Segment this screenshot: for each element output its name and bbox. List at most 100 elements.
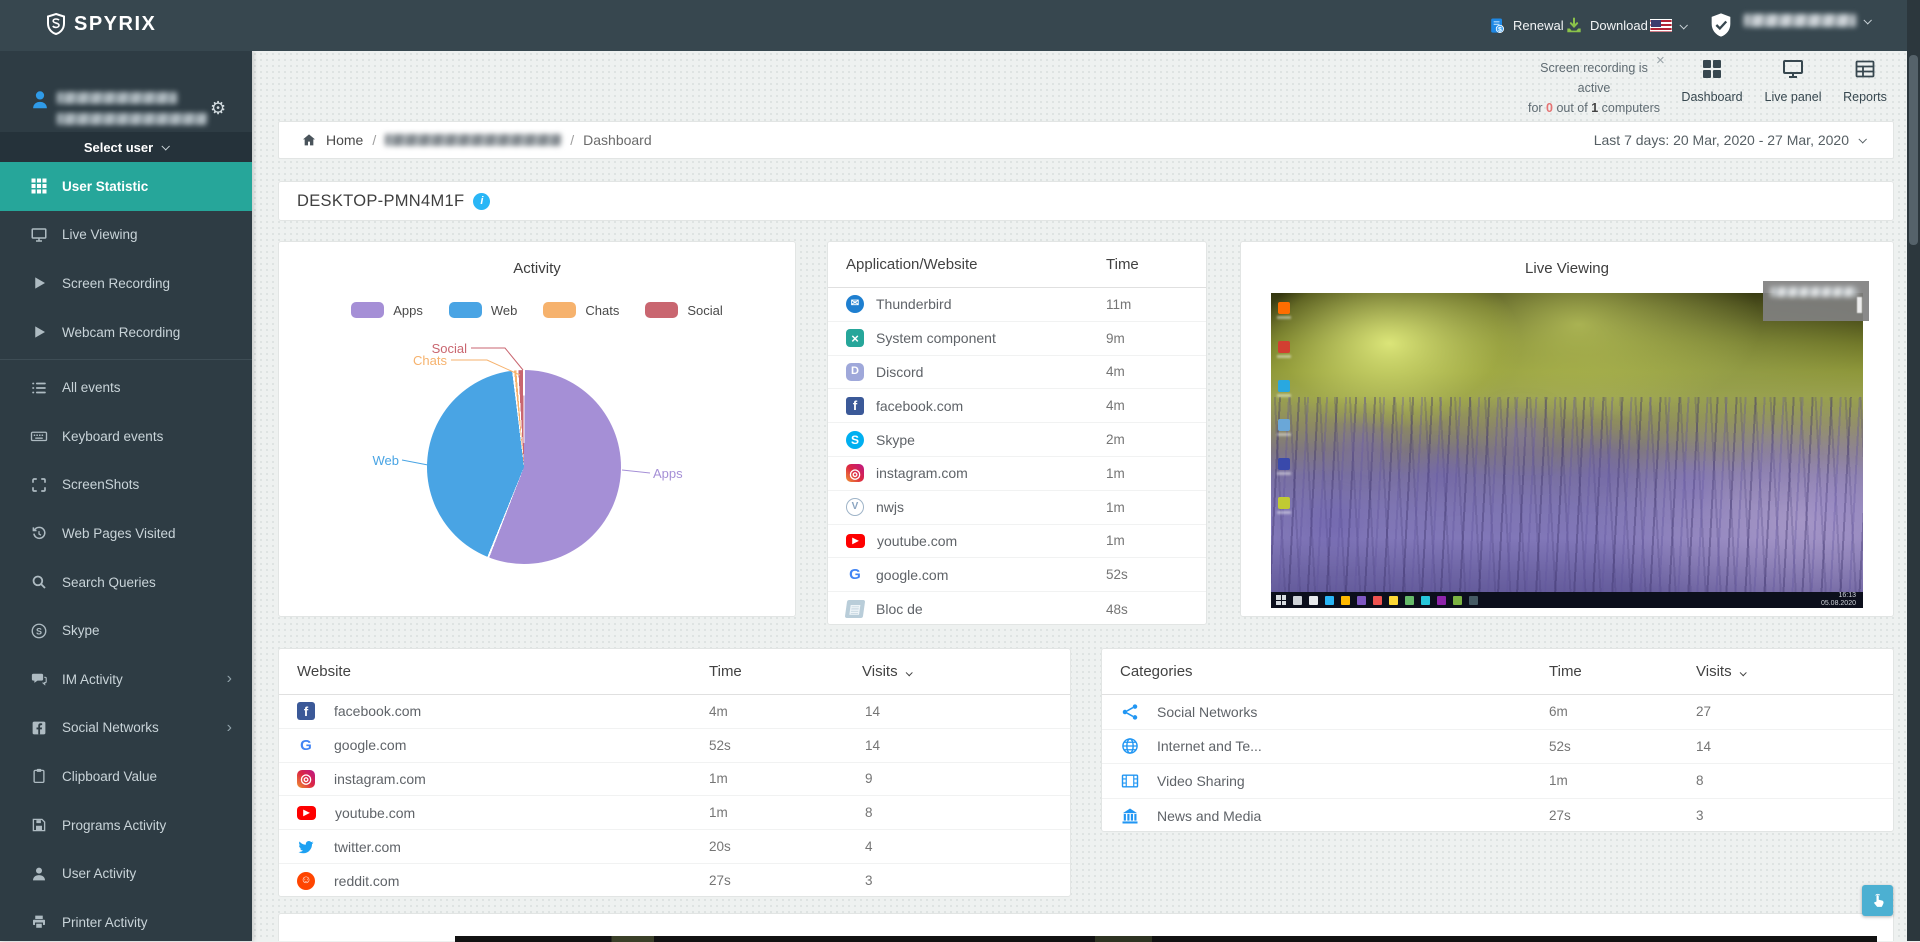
- table-row-youtube-com[interactable]: ▶youtube.com1m: [828, 525, 1206, 559]
- keyboard-icon: [30, 427, 48, 445]
- table-row-twitter-com[interactable]: twitter.com20s4: [279, 830, 1070, 864]
- info-icon[interactable]: i: [473, 193, 490, 210]
- table-row-internet-and-te[interactable]: Internet and Te...52s14: [1102, 730, 1893, 765]
- cell-name: Discord: [876, 364, 923, 380]
- chat-icon: [30, 670, 48, 688]
- cell-visits: 9: [865, 771, 873, 786]
- table-row-news-and-media[interactable]: News and Media27s3: [1102, 799, 1893, 834]
- gear-icon[interactable]: ⚙: [210, 99, 226, 117]
- facebook-square-icon: [30, 719, 48, 737]
- sidebar-item-screen-recording[interactable]: Screen Recording: [0, 259, 252, 308]
- breadcrumb-home[interactable]: Home: [326, 132, 363, 148]
- page-scrollbar[interactable]: [1907, 0, 1920, 941]
- sidebar-item-clipboard-value[interactable]: Clipboard Value: [0, 752, 252, 801]
- nav-live-panel[interactable]: Live panel: [1752, 57, 1834, 104]
- sidebar-item-skype[interactable]: SSkype: [0, 606, 252, 655]
- cell-name: facebook.com: [334, 703, 421, 719]
- table-row-instagram-com[interactable]: ◎instagram.com1m9: [279, 763, 1070, 797]
- cell-time: 4m: [709, 704, 728, 719]
- avatar: [29, 89, 51, 119]
- reports-icon: [1853, 57, 1877, 81]
- table-row-reddit-com[interactable]: ☺reddit.com27s3: [279, 864, 1070, 898]
- table-row-social-networks[interactable]: Social Networks6m27: [1102, 695, 1893, 730]
- live-screenshot[interactable]: 16:13 05.08.2020: [1271, 293, 1863, 608]
- account-menu[interactable]: [1744, 14, 1870, 27]
- table-row-instagram-com[interactable]: ◎instagram.com1m: [828, 457, 1206, 491]
- play-icon: [30, 323, 48, 341]
- cell-time: 1m: [709, 805, 728, 820]
- cell-time: 20s: [709, 839, 731, 854]
- sidebar-item-web-pages-visited[interactable]: Web Pages Visited: [0, 509, 252, 558]
- cell-name: nwjs: [876, 499, 904, 515]
- sidebar-menu: User StatisticLive ViewingScreen Recordi…: [0, 162, 252, 941]
- sidebar-item-im-activity[interactable]: IM Activity›: [0, 655, 252, 704]
- thunderbird-icon: ✉: [846, 295, 864, 313]
- table-row-facebook-com[interactable]: ffacebook.com4m14: [279, 695, 1070, 729]
- col-visits-sort[interactable]: Visits: [862, 649, 911, 695]
- sidebar-item-all-events[interactable]: All events: [0, 363, 252, 412]
- notice-line1: Screen recording is active: [1524, 58, 1664, 98]
- sidebar-item-programs-activity[interactable]: Programs Activity: [0, 801, 252, 850]
- sidebar-item-social-networks[interactable]: Social Networks›: [0, 704, 252, 753]
- table-row-google-com[interactable]: Ggoogle.com52s14: [279, 729, 1070, 763]
- legend-item-chats[interactable]: Chats: [543, 302, 619, 318]
- sidebar-item-search-queries[interactable]: Search Queries: [0, 558, 252, 607]
- sidebar-item-label: Search Queries: [62, 575, 156, 590]
- table-row-discord[interactable]: DDiscord4m: [828, 356, 1206, 390]
- legend-item-web[interactable]: Web: [449, 302, 518, 318]
- desktop-icon: [1278, 380, 1290, 392]
- col-visits-sort[interactable]: Visits: [1696, 649, 1745, 695]
- cell-time: 11m: [1106, 297, 1131, 312]
- app-table-header: Application/Website Time: [828, 242, 1206, 288]
- table-row-youtube-com[interactable]: ▶youtube.com1m8: [279, 796, 1070, 830]
- nav-reports[interactable]: Reports: [1834, 57, 1896, 104]
- sidebar-item-printer-activity[interactable]: Printer Activity: [0, 898, 252, 941]
- sidebar-item-live-viewing[interactable]: Live Viewing: [0, 211, 252, 260]
- table-row-google-com[interactable]: Ggoogle.com52s: [828, 558, 1206, 592]
- scroll-action-button[interactable]: [1862, 885, 1893, 916]
- language-selector[interactable]: [1650, 0, 1686, 51]
- table-row-bloc-de[interactable]: ▤Bloc de48s: [828, 592, 1206, 626]
- system-component-icon: ×: [846, 329, 864, 347]
- nav-dashboard[interactable]: Dashboard: [1672, 57, 1752, 104]
- table-row-skype[interactable]: SSkype2m: [828, 423, 1206, 457]
- sidebar-item-user-statistic[interactable]: User Statistic: [0, 162, 252, 211]
- table-row-facebook-com[interactable]: ffacebook.com4m: [828, 389, 1206, 423]
- legend-item-social[interactable]: Social: [645, 302, 722, 318]
- close-icon[interactable]: ×: [1656, 52, 1665, 69]
- cell-name: instagram.com: [876, 465, 968, 481]
- printer-icon: [30, 913, 48, 931]
- sidebar-item-keyboard-events[interactable]: Keyboard events: [0, 412, 252, 461]
- twitter-icon: [297, 838, 315, 856]
- desktop-icon: [1278, 341, 1290, 353]
- windows-taskbar: 16:13 05.08.2020: [1271, 592, 1863, 608]
- activity-title: Activity: [279, 260, 795, 277]
- table-row-nwjs[interactable]: Vnwjs1m: [828, 491, 1206, 525]
- brand-logo[interactable]: SPYRIX: [44, 12, 156, 36]
- skype-icon: S: [846, 431, 864, 449]
- taskbar-icon: [1309, 596, 1318, 605]
- sidebar-item-label: IM Activity: [62, 672, 123, 687]
- date-range-picker[interactable]: Last 7 days: 20 Mar, 2020 - 27 Mar, 2020: [1594, 122, 1865, 158]
- taskbar-icon: [1437, 596, 1446, 605]
- cell-name: Bloc de: [876, 601, 923, 617]
- cell-time: 1m: [709, 771, 728, 786]
- download-button[interactable]: Download: [1564, 0, 1648, 51]
- legend-item-apps[interactable]: Apps: [351, 302, 423, 318]
- activity-pie-chart[interactable]: [427, 370, 621, 564]
- sidebar-item-webcam-recording[interactable]: Webcam Recording: [0, 308, 252, 357]
- sidebar-item-screenshots[interactable]: ScreenShots: [0, 461, 252, 510]
- select-user-dropdown[interactable]: Select user: [0, 132, 252, 162]
- scrollbar-thumb[interactable]: [1909, 55, 1918, 245]
- table-row-video-sharing[interactable]: Video Sharing1m8: [1102, 764, 1893, 799]
- breadcrumb-current: Dashboard: [583, 132, 652, 148]
- sidebar-item-user-activity[interactable]: User Activity: [0, 849, 252, 898]
- sidebar-item-label: Social Networks: [62, 720, 159, 735]
- table-row-thunderbird[interactable]: ✉Thunderbird11m: [828, 288, 1206, 322]
- table-row-system-component[interactable]: ×System component9m: [828, 322, 1206, 356]
- notice-line2: for 0 out of 1 computers: [1524, 98, 1664, 118]
- cell-name: twitter.com: [334, 839, 401, 855]
- cell-name: youtube.com: [877, 533, 957, 549]
- renewal-button[interactable]: $ Renewal: [1487, 0, 1564, 51]
- taskbar-icon: [1469, 596, 1478, 605]
